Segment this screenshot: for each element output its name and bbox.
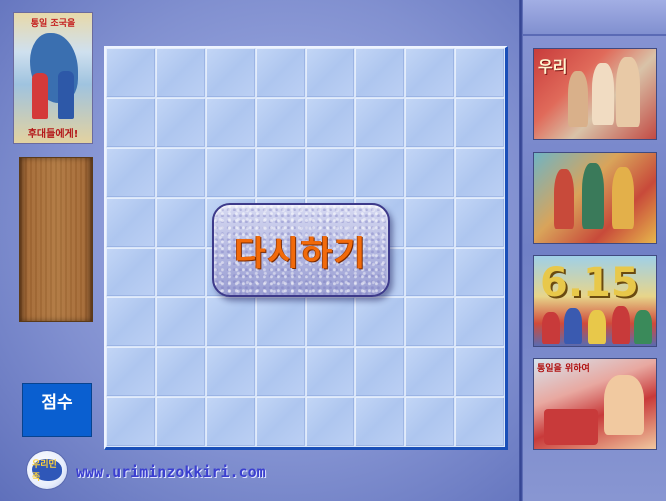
figure-crowd-icon — [542, 312, 560, 344]
board-cell[interactable] — [405, 97, 456, 148]
left-poster-reunification: 통일 조국을 후대들에게! — [13, 12, 93, 144]
logo-mark-icon: 우리민족 — [32, 459, 62, 483]
poster-slogan: 후대들에게! — [27, 129, 79, 140]
poster-2[interactable] — [533, 152, 657, 244]
board-cell[interactable] — [106, 397, 156, 447]
board-cell[interactable] — [305, 147, 356, 198]
board-cell[interactable] — [305, 97, 356, 148]
poster-1-title: 우리 — [538, 57, 568, 76]
board-cell[interactable] — [205, 397, 256, 447]
board-cell[interactable] — [106, 247, 156, 298]
board-cell[interactable] — [455, 48, 505, 98]
figure-crowd-icon — [588, 310, 606, 344]
figure-leader-icon — [604, 375, 644, 435]
board-cell[interactable] — [205, 347, 256, 398]
board-cell[interactable] — [305, 48, 356, 98]
score-box: 점수 — [22, 383, 92, 437]
logo-text: 우리민족 — [32, 460, 57, 483]
board-cell[interactable] — [355, 347, 406, 398]
board-cell[interactable] — [405, 347, 456, 398]
poster-3[interactable]: 6.15 — [533, 255, 657, 347]
board-cell[interactable] — [255, 297, 306, 348]
board-cell[interactable] — [205, 147, 256, 198]
score-label: 점수 — [41, 393, 73, 413]
wooden-tile-tray — [19, 157, 93, 322]
restart-label: 다시하기 — [234, 233, 368, 274]
uriminzokkiri-logo[interactable]: 우리민족 — [26, 450, 68, 490]
figure-crowd-icon — [582, 163, 604, 229]
figure-crowd-icon — [544, 409, 598, 445]
poster-4-headline: 통일을 위하여 — [537, 364, 590, 374]
figure-crowd-icon — [554, 169, 574, 229]
board-cell[interactable] — [255, 97, 306, 148]
board-cell[interactable] — [255, 48, 306, 98]
board-cell[interactable] — [255, 397, 306, 447]
board-cell[interactable] — [106, 97, 156, 148]
poster-1[interactable]: 우리 — [533, 48, 657, 140]
board-cell[interactable] — [106, 297, 156, 348]
board-cell[interactable] — [305, 347, 356, 398]
board-cell[interactable] — [405, 397, 456, 447]
board-cell[interactable] — [255, 347, 306, 398]
board-cell[interactable] — [155, 197, 206, 248]
restart-button[interactable]: 다시하기 — [212, 203, 390, 297]
board-cell[interactable] — [405, 247, 456, 298]
figure-worker-icon — [616, 57, 640, 127]
figure-crowd-icon — [564, 308, 582, 344]
board-cell[interactable] — [255, 147, 306, 198]
board-cell[interactable] — [355, 147, 406, 198]
board-cell[interactable] — [355, 397, 406, 447]
board-cell[interactable] — [155, 48, 206, 98]
board-cell[interactable] — [455, 397, 505, 447]
right-sidebar-header — [523, 0, 666, 36]
figure-worker-icon — [592, 63, 614, 125]
site-url-link[interactable]: www.uriminzokkiri.com — [76, 463, 266, 481]
board-cell[interactable] — [405, 147, 456, 198]
board-cell[interactable] — [155, 397, 206, 447]
board-cell[interactable] — [205, 48, 256, 98]
board-cell[interactable] — [455, 247, 505, 298]
figure-crowd-icon — [634, 310, 652, 344]
board-cell[interactable] — [155, 97, 206, 148]
board-cell[interactable] — [155, 247, 206, 298]
board-cell[interactable] — [155, 347, 206, 398]
board-cell[interactable] — [455, 197, 505, 248]
board-cell[interactable] — [405, 297, 456, 348]
board-cell[interactable] — [455, 97, 505, 148]
board-cell[interactable] — [355, 48, 406, 98]
board-cell[interactable] — [106, 147, 156, 198]
board-cell[interactable] — [155, 147, 206, 198]
figure-crowd-icon — [612, 167, 634, 229]
board-cell[interactable] — [106, 347, 156, 398]
board-cell[interactable] — [205, 97, 256, 148]
board-cell[interactable] — [155, 297, 206, 348]
board-cell[interactable] — [106, 197, 156, 248]
board-cell[interactable] — [305, 397, 356, 447]
board-cell[interactable] — [405, 48, 456, 98]
board-cell[interactable] — [106, 48, 156, 98]
board-cell[interactable] — [455, 347, 505, 398]
poster-top-text: 통일 조국을 — [30, 18, 76, 29]
poster-4[interactable]: 통일을 위하여 — [533, 358, 657, 450]
figure-worker-icon — [568, 71, 588, 127]
board-cell[interactable] — [405, 197, 456, 248]
board-cell[interactable] — [355, 97, 406, 148]
board-cell[interactable] — [455, 297, 505, 348]
figure-blue-icon — [58, 71, 74, 119]
board-cell[interactable] — [455, 147, 505, 198]
poster-3-title: 6.15 — [540, 260, 639, 306]
board-cell[interactable] — [305, 297, 356, 348]
figure-red-icon — [32, 73, 48, 119]
board-cell[interactable] — [355, 297, 406, 348]
board-cell[interactable] — [205, 297, 256, 348]
figure-crowd-icon — [612, 306, 630, 344]
